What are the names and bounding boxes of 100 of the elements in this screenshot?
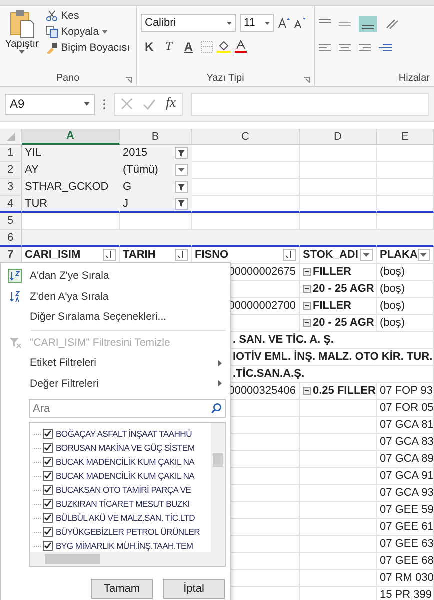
value-label[interactable]: BUCAK MADENCİLİK KUM ÇAKIL NA [56,471,195,481]
menu-item[interactable]: A'dan Z'ye Sırala [1,266,230,286]
submenu-arrow-icon [218,380,222,388]
table-cell: 07 GEE 61 [380,521,433,533]
fill-color-icon[interactable] [217,40,232,53]
orientation-icon[interactable] [385,18,401,30]
row-header[interactable]: 4 [0,196,22,213]
checkbox[interactable] [43,513,53,523]
value-label[interactable]: BUCAKSAN OTO TAMİRİ PARÇA VE [56,485,192,495]
collapse-icon[interactable] [303,319,311,327]
font-color-icon[interactable] [235,40,248,53]
paste-button[interactable]: Yapıştır [4,9,40,71]
table-cell: IOTİV EML. İNŞ. MALZ. OTO KİR. TUR. [233,351,433,363]
filter-button[interactable] [418,249,430,261]
menu-item[interactable]: Etiket Filtreleri [1,353,230,374]
row-header[interactable]: 6 [0,230,22,247]
checkbox[interactable] [43,485,53,495]
checkbox[interactable] [43,457,53,467]
name-box[interactable]: A9 [5,94,95,114]
filter-button[interactable] [360,249,373,261]
table-cell: 00000325406 [228,385,296,397]
column-header[interactable]: D [300,129,377,145]
grip-icon [103,98,106,110]
checkbox[interactable] [43,429,53,439]
sort-icon [178,251,185,259]
table-cell: . SAN. VE TİC. A. Ş. [233,334,334,346]
column-header[interactable]: B [120,129,192,145]
caret-icon [227,22,232,24]
align-left-icon[interactable] [319,44,331,54]
checkmark-icon[interactable] [143,98,156,110]
row-header[interactable]: 1 [0,145,22,162]
menu-item[interactable]: Diğer Sıralama Seçenekleri... [1,307,230,328]
sort-descending-icon [8,290,22,304]
caret-icon [178,168,185,172]
collapse-icon[interactable] [303,268,311,276]
italic-button[interactable]: T [162,38,176,55]
dialog-button[interactable]: İptal [163,579,225,599]
empty-cell [377,196,434,213]
checkbox[interactable] [43,541,53,551]
font-size-dropdown[interactable]: 11 [240,14,274,32]
value-label[interactable]: BOĞAÇAY ASFALT İNŞAAT TAAHHÜ [56,429,192,439]
filter-button[interactable] [175,181,188,193]
dialog-button[interactable]: Tamam [91,579,153,599]
align-center-icon[interactable] [339,44,351,54]
insert-function-button[interactable]: fx [166,96,176,112]
bold-button[interactable]: K [141,38,158,54]
row-header[interactable]: 5 [0,213,22,230]
decrease-indent-icon[interactable] [379,44,392,54]
value-label[interactable]: BYG MİMARLIK MÜH.İNŞ.TAAH.TEM [56,541,194,551]
checkbox[interactable] [43,499,53,509]
collapse-icon[interactable] [303,387,311,395]
table-cell: (Tümü) [123,164,158,176]
table-cell: 2015 [123,147,148,159]
checkbox[interactable] [43,527,53,537]
vertical-scrollbar[interactable] [211,423,225,553]
underline-button[interactable]: A [180,38,198,54]
checkbox[interactable] [43,471,53,481]
shrink-font-icon[interactable] [294,17,306,29]
clipboard-icon [9,9,36,39]
collapse-icon[interactable] [303,302,311,310]
checkbox[interactable] [43,443,53,453]
row-header[interactable]: 3 [0,179,22,196]
value-label[interactable]: BÜLBÜL AKÜ VE MALZ.SAN. TİC.LTD [56,513,196,523]
column-header[interactable]: C [192,129,300,145]
sort-filter-button[interactable] [103,249,116,261]
table-cell: 00000002675 [228,266,296,278]
table-cell: 07 GEE 59 [380,504,433,516]
font-family-dropdown[interactable]: Calibri [141,14,236,32]
table-cell: STHAR_GCKOD [22,179,120,196]
column-header[interactable]: E [377,129,434,145]
cut-button[interactable]: Kes [44,9,132,23]
value-label[interactable]: BUCAK MADENCİLİK KUM ÇAKIL NA [56,457,195,467]
sort-filter-button[interactable] [175,249,188,261]
sort-filter-button[interactable] [283,249,296,261]
column-header[interactable]: A [22,129,120,145]
filter-button[interactable] [175,147,188,159]
align-right-icon[interactable] [359,44,371,54]
formula-input[interactable] [191,92,429,116]
launcher-icon[interactable] [126,77,132,83]
paintbrush-icon [46,42,58,54]
empty-cell [377,179,434,196]
caret-icon [265,22,270,24]
launcher-icon[interactable] [304,77,310,83]
menu-item[interactable]: Z'den A'ya Sırala [1,286,230,307]
value-label[interactable]: BORUSAN MAKİNA VE GÜÇ SİSTEM [56,443,195,453]
grow-font-icon[interactable] [278,17,290,29]
table-cell: 00000002700 [228,300,296,312]
value-label[interactable]: BUZKIRAN TİCARET MESUT BUZKI [56,499,190,509]
copy-button[interactable]: Kopyala [44,25,132,39]
search-field[interactable]: Ara [29,399,226,418]
horizontal-scrollbar[interactable] [30,552,225,566]
value-label[interactable]: BÜYÜKGEBİZLER PETROL ÜRÜNLER [56,527,200,537]
collapse-icon[interactable] [303,285,311,293]
menu-item[interactable]: Değer Filtreleri [1,374,230,394]
filter-button[interactable] [175,164,188,176]
align-bottom-icon[interactable] [359,16,377,32]
filter-button[interactable] [175,198,188,210]
format-painter-button[interactable]: Biçim Boyacısı [44,41,132,55]
row-header[interactable]: 2 [0,162,22,179]
sort-icon [286,251,293,259]
